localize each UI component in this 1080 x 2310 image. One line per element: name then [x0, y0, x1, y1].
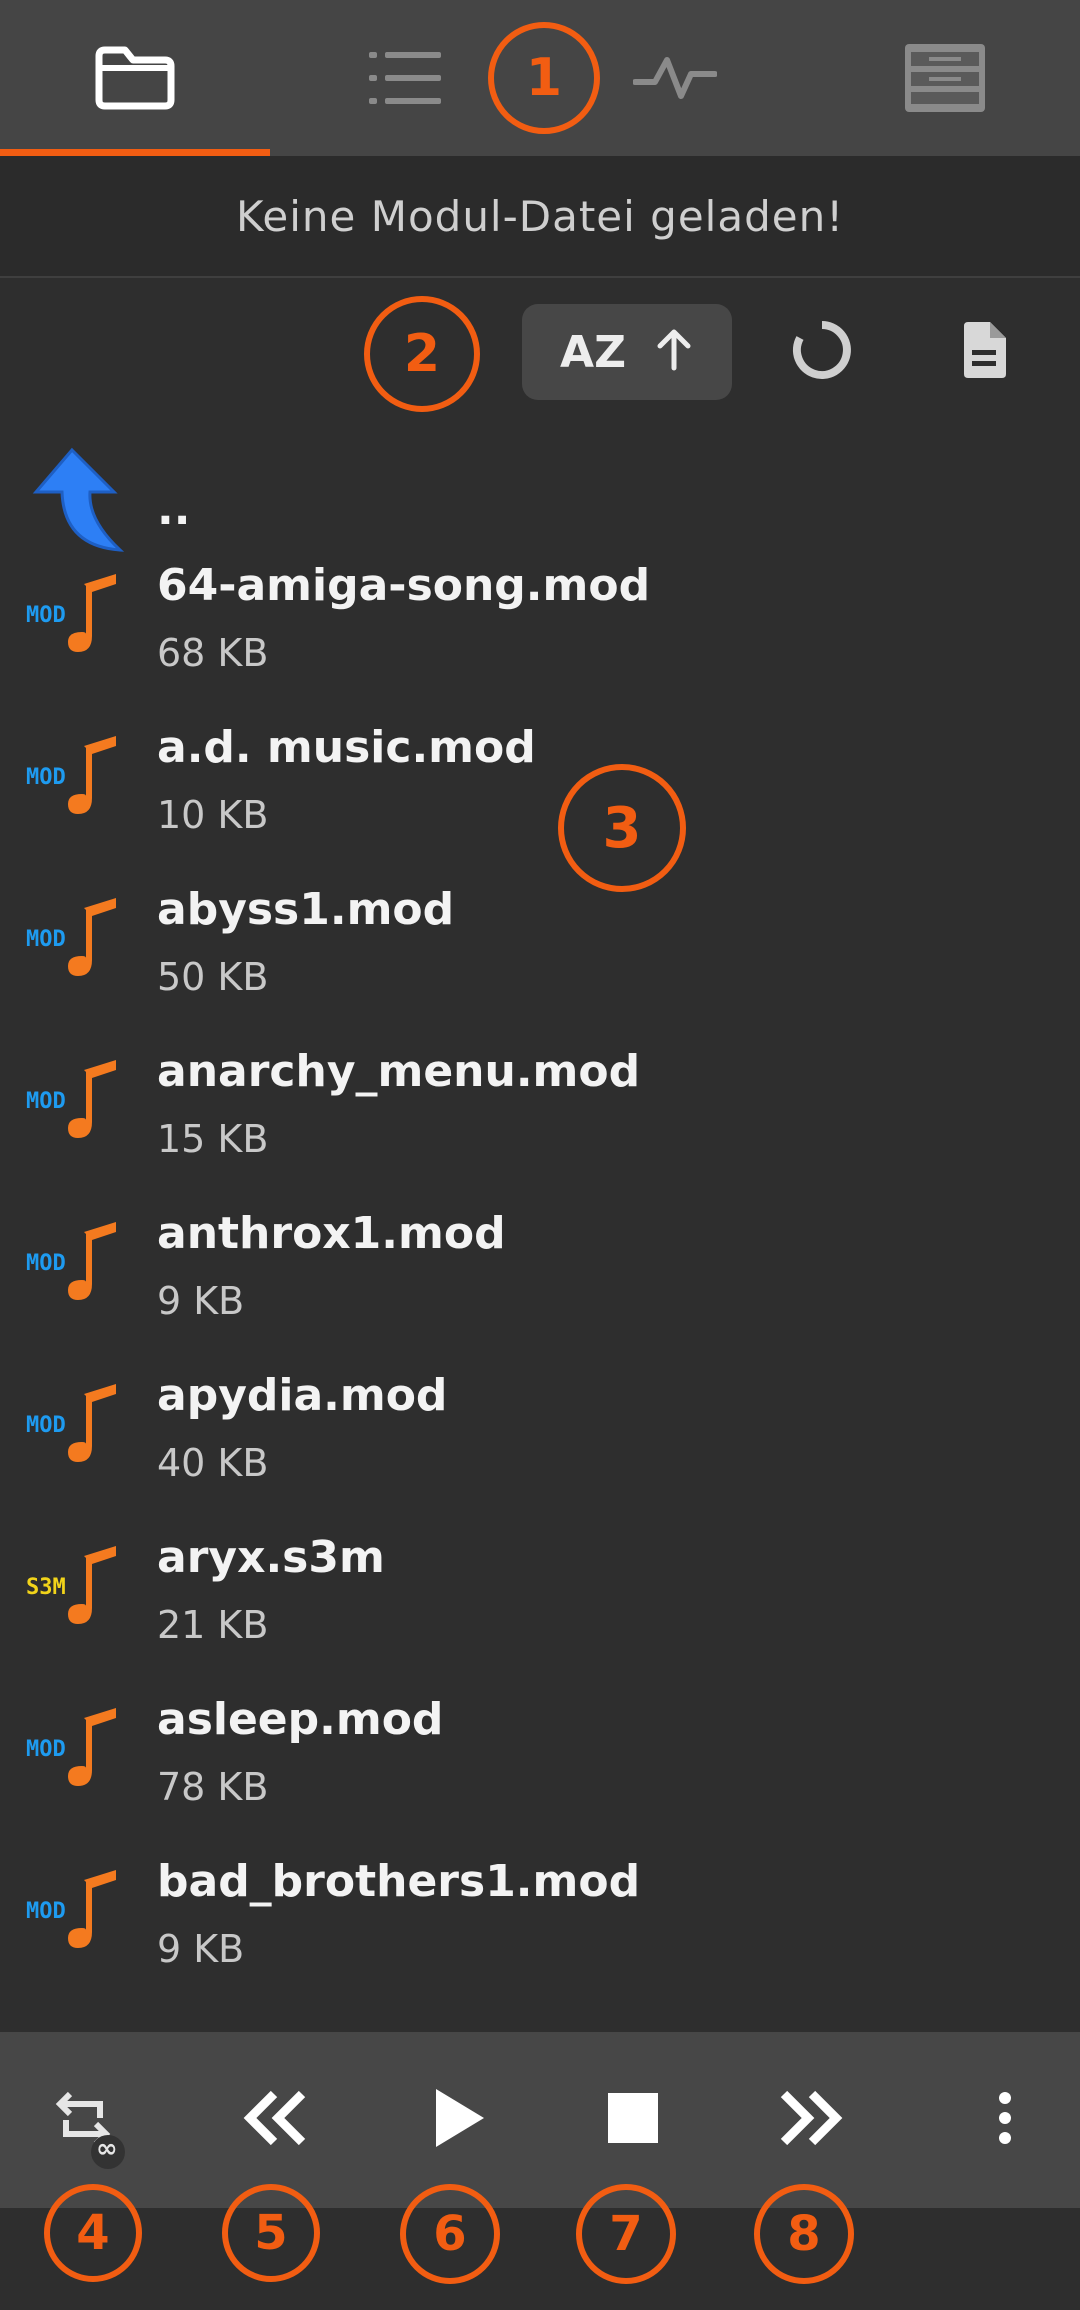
callout-5: 5	[222, 2184, 320, 2282]
fast-forward-icon	[776, 2088, 846, 2152]
list-item[interactable]: MOD anthrox1.mod 9 KB	[0, 1186, 1080, 1348]
file-size: 15 KB	[157, 1117, 269, 1161]
callout-6: 6	[400, 2184, 500, 2284]
file-name: a.d. music.mod	[157, 722, 536, 773]
previous-button[interactable]	[220, 2070, 330, 2170]
file-name: anthrox1.mod	[157, 1208, 506, 1259]
file-name: apydia.mod	[157, 1370, 448, 1421]
file-badge: MOD	[26, 765, 66, 790]
callout-4: 4	[44, 2184, 142, 2282]
file-badge: MOD	[26, 927, 66, 952]
list-item[interactable]: MOD anarchy_menu.mod 15 KB	[0, 1024, 1080, 1186]
file-size: 78 KB	[157, 1765, 269, 1809]
list-item[interactable]: MOD 64-amiga-song.mod 68 KB	[0, 538, 1080, 700]
file-badge: MOD	[26, 1413, 66, 1438]
file-name: anarchy_menu.mod	[157, 1046, 641, 1097]
refresh-icon	[792, 320, 852, 384]
list-item[interactable]: MOD asleep.mod 78 KB	[0, 1672, 1080, 1834]
stop-button[interactable]	[578, 2070, 688, 2170]
repeat-icon: ∞	[22, 2070, 132, 2170]
file-badge: MOD	[26, 603, 66, 628]
file-size: 40 KB	[157, 1441, 269, 1485]
bottom-strip	[0, 2208, 1080, 2310]
tab-info[interactable]	[810, 0, 1080, 156]
mod-file-icon: MOD	[24, 1374, 128, 1474]
list-item[interactable]: MOD apydia.mod 40 KB	[0, 1348, 1080, 1510]
list-item[interactable]: MOD bad_brothers1.mod 9 KB	[0, 1834, 1080, 1996]
status-message: Keine Modul-Datei geladen!	[235, 191, 845, 241]
file-size: 9 KB	[157, 1279, 245, 1323]
mod-file-icon: MOD	[24, 1698, 128, 1798]
file-badge: MOD	[26, 1251, 66, 1276]
more-options-button[interactable]	[950, 2070, 1060, 2170]
callout-3: 3	[558, 764, 686, 892]
document-icon	[960, 320, 1008, 384]
folder-icon	[93, 46, 177, 110]
list-item[interactable]: MOD abyss1.mod 50 KB	[0, 862, 1080, 1024]
file-badge: MOD	[26, 1737, 66, 1762]
stop-icon	[606, 2091, 660, 2149]
file-size: 50 KB	[157, 955, 269, 999]
file-size: 9 KB	[157, 1927, 245, 1971]
mod-file-icon: MOD	[24, 564, 128, 664]
arrow-up-icon	[654, 328, 694, 376]
file-name: 64-amiga-song.mod	[157, 560, 651, 611]
status-bar: Keine Modul-Datei geladen!	[0, 156, 1080, 278]
sort-label: AZ	[560, 326, 626, 378]
repeat-infinite-badge: ∞	[96, 2134, 118, 2164]
file-badge: MOD	[26, 1899, 66, 1924]
list-item[interactable]: MOD a.d. music.mod 10 KB	[0, 700, 1080, 862]
file-name: ..	[157, 484, 191, 535]
play-button[interactable]	[404, 2070, 514, 2170]
sort-button[interactable]: AZ	[522, 304, 732, 400]
mod-file-icon: MOD	[24, 1212, 128, 1312]
file-size: 10 KB	[157, 793, 269, 837]
mod-file-icon: MOD	[24, 726, 128, 826]
file-name: asleep.mod	[157, 1694, 444, 1745]
callout-1: 1	[488, 22, 600, 134]
mod-file-icon: MOD	[24, 888, 128, 988]
mod-file-icon: MOD	[24, 1860, 128, 1960]
play-icon	[432, 2087, 486, 2153]
s3m-file-icon: S3M	[24, 1536, 128, 1636]
file-list[interactable]: .. MOD 64-amiga-song.mod 68 KB MOD a.d. …	[0, 428, 1080, 2032]
refresh-button[interactable]	[786, 316, 858, 388]
callout-7: 7	[576, 2184, 676, 2284]
file-toolbar: AZ	[0, 280, 1080, 428]
list-item[interactable]: S3M aryx.s3m 21 KB	[0, 1510, 1080, 1672]
more-vert-icon	[995, 2090, 1015, 2150]
file-info-button[interactable]	[948, 316, 1020, 388]
file-size: 68 KB	[157, 631, 269, 675]
file-name: aryx.s3m	[157, 1532, 385, 1583]
mod-file-icon: MOD	[24, 1050, 128, 1150]
repeat-button[interactable]: ∞	[22, 2070, 132, 2170]
callout-8: 8	[754, 2184, 854, 2284]
module-info-icon	[903, 42, 987, 114]
callout-2: 2	[364, 296, 480, 412]
next-button[interactable]	[756, 2070, 866, 2170]
file-badge: MOD	[26, 1089, 66, 1114]
file-badge: S3M	[26, 1575, 66, 1600]
waveform-icon	[633, 52, 717, 104]
active-tab-indicator	[0, 149, 270, 156]
tab-files[interactable]	[0, 0, 270, 156]
rewind-icon	[240, 2088, 310, 2152]
playback-controls: ∞	[0, 2032, 1080, 2208]
file-name: bad_brothers1.mod	[157, 1856, 641, 1907]
file-name: abyss1.mod	[157, 884, 455, 935]
list-icon	[367, 48, 443, 108]
file-size: 21 KB	[157, 1603, 269, 1647]
